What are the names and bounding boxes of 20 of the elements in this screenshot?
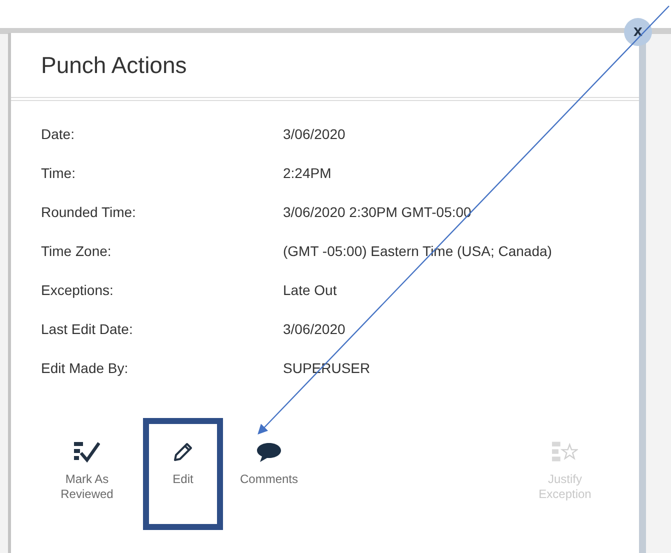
checklist-icon bbox=[74, 440, 100, 464]
field-label: Time Zone: bbox=[41, 243, 112, 259]
comments-button[interactable]: Comments bbox=[223, 418, 315, 530]
field-label: Last Edit Date: bbox=[41, 321, 134, 337]
field-label: Time: bbox=[41, 165, 76, 181]
field-label: Edit Made By: bbox=[41, 360, 130, 376]
field-label: Exceptions: bbox=[41, 282, 114, 298]
list-star-icon bbox=[552, 440, 578, 464]
close-button[interactable]: x bbox=[624, 18, 652, 46]
field-value: 3/06/2020 bbox=[283, 321, 346, 337]
dialog-title: Punch Actions bbox=[41, 52, 187, 78]
field-label: Rounded Time: bbox=[41, 204, 137, 220]
field-value: Late Out bbox=[283, 282, 337, 298]
speech-bubble-icon bbox=[256, 440, 282, 464]
field-value: 3/06/2020 bbox=[283, 126, 346, 142]
field-label: Date: bbox=[41, 126, 76, 142]
edit-button[interactable]: Edit bbox=[143, 418, 223, 530]
review-button[interactable]: Mark As Reviewed bbox=[31, 418, 143, 530]
field-value: 3/06/2020 2:30PM GMT-05:00 bbox=[283, 204, 472, 220]
field-value: 2:24PM bbox=[283, 165, 332, 181]
